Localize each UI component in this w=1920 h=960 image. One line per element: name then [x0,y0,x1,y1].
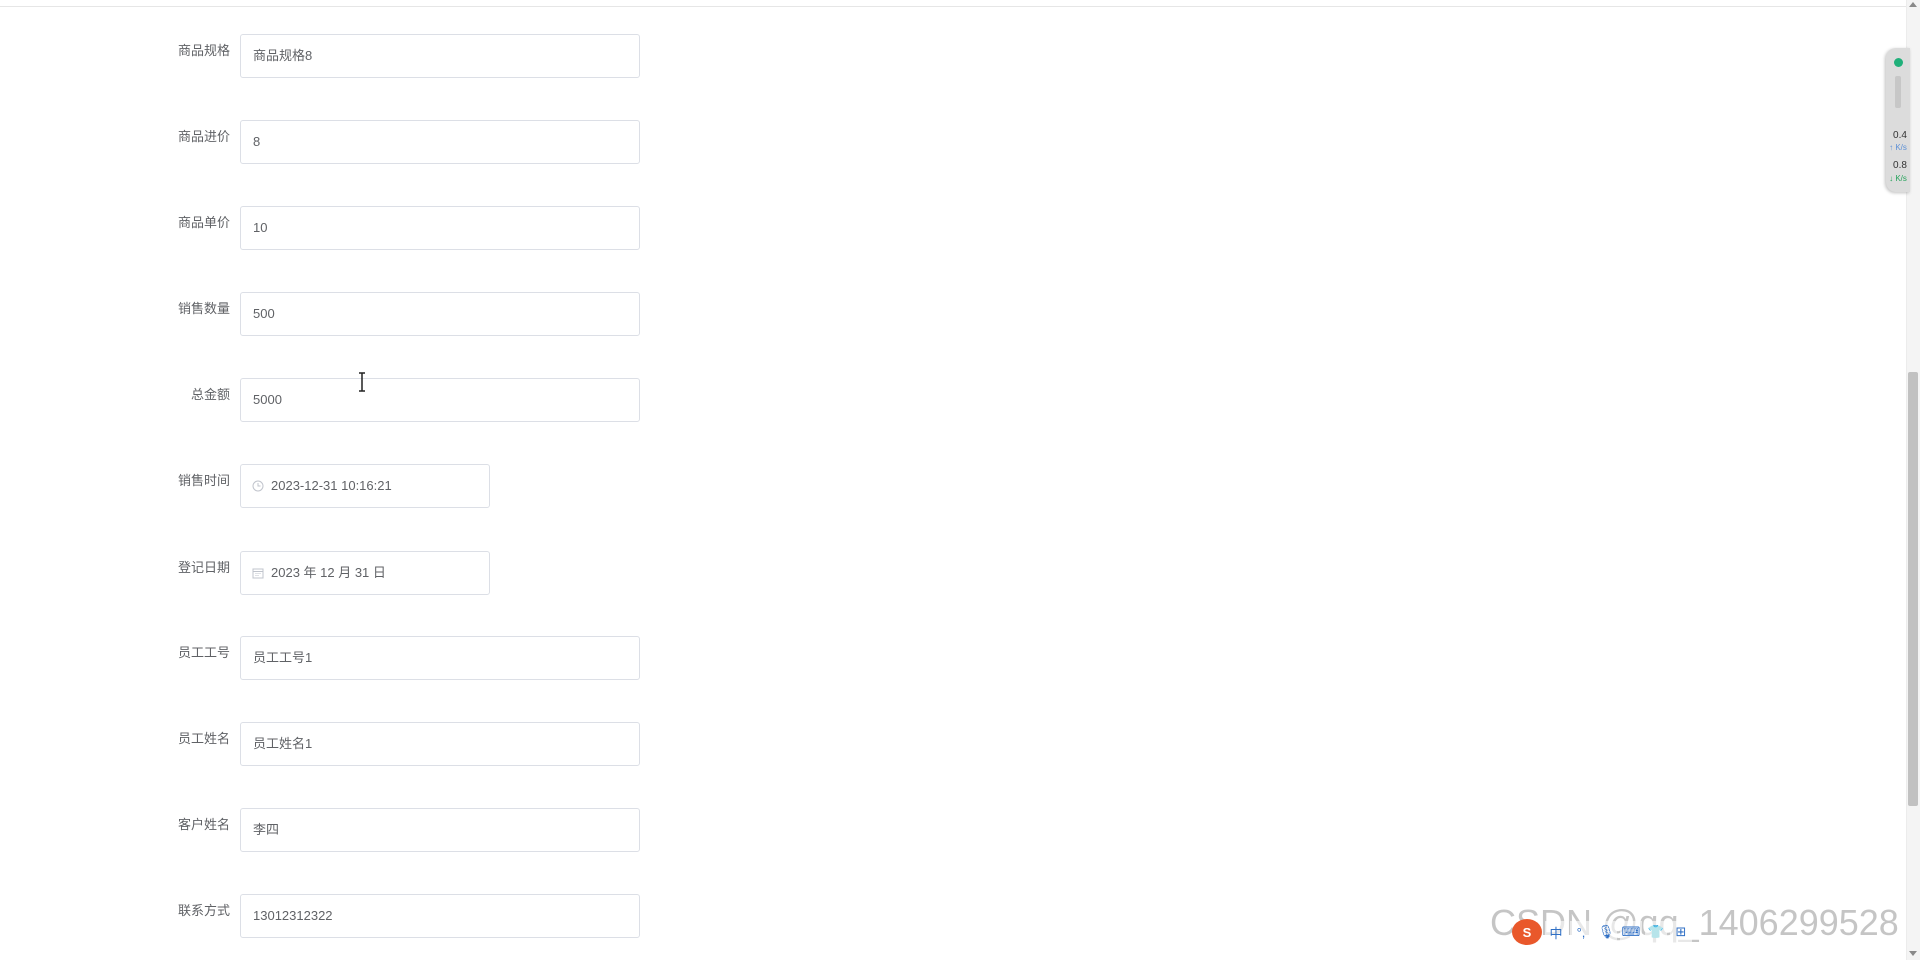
calendar-icon [252,568,264,579]
ime-toolbar: S 中 °, 🎙 ⌨ 👕 ⊞ [1512,919,1692,945]
field-label: 销售数量 [177,301,230,316]
scroll-down-icon[interactable] [1909,951,1917,956]
field-label: 销售时间 [177,473,230,488]
ime-keyboard-button[interactable]: ⌨ [1620,921,1642,943]
ime-punctuation-button[interactable]: °, [1570,921,1592,943]
download-speed: 0.8 [1893,160,1907,171]
form-row-employee-id: 员工工号 员工工号1 [0,636,700,680]
form-row-total: 总金额 5000 [0,378,700,422]
total-amount-input[interactable]: 5000 [240,378,640,422]
field-label: 商品单价 [177,215,230,230]
purchase-price-input[interactable]: 8 [240,120,640,164]
form-row-purchase-price: 商品进价 8 [0,120,700,164]
field-label: 员工姓名 [177,731,230,746]
field-label: 商品规格 [177,43,230,58]
register-date-value: 2023 年 12 月 31 日 [271,565,386,580]
text-cursor-icon [359,372,365,392]
employee-name-input[interactable]: 员工姓名1 [240,722,640,766]
ime-chinese-mode-button[interactable]: 中 [1545,921,1567,943]
status-dot-icon [1894,58,1903,67]
field-label: 员工工号 [177,645,230,660]
top-divider [0,6,1906,7]
quantity-input[interactable]: 500 [240,292,640,336]
upload-speed: 0.4 [1893,130,1907,141]
scroll-up-icon[interactable] [1909,2,1917,7]
upload-unit: ↑ K/s [1889,143,1907,152]
unit-price-input[interactable]: 10 [240,206,640,250]
form-row-spec: 商品规格 商品规格8 [0,34,700,78]
clock-icon [252,480,264,492]
speed-bar [1895,76,1901,108]
form-row-quantity: 销售数量 500 [0,292,700,336]
sale-time-value: 2023-12-31 10:16:21 [271,478,392,493]
field-label: 商品进价 [177,129,230,144]
form-row-register-date: 登记日期 2023 年 12 月 31 日 [0,551,700,595]
field-label: 总金额 [190,387,230,402]
form-row-sale-time: 销售时间 2023-12-31 10:16:21 [0,464,700,508]
form-row-unit-price: 商品单价 10 [0,206,700,250]
network-speed-widget[interactable]: 0.4 ↑ K/s 0.8 ↓ K/s [1886,48,1910,192]
contact-input[interactable]: 13012312322 [240,894,640,938]
field-label: 联系方式 [177,903,230,918]
scrollbar-thumb[interactable] [1908,372,1918,806]
employee-id-input[interactable]: 员工工号1 [240,636,640,680]
field-label: 客户姓名 [177,817,230,832]
form-row-contact: 联系方式 13012312322 [0,894,700,938]
register-date-picker[interactable]: 2023 年 12 月 31 日 [240,551,490,595]
sale-time-picker[interactable]: 2023-12-31 10:16:21 [240,464,490,508]
ime-logo-icon[interactable]: S [1512,919,1542,945]
download-unit: ↓ K/s [1889,174,1907,183]
ime-voice-button[interactable]: 🎙 [1595,921,1617,943]
ime-skin-button[interactable]: 👕 [1645,921,1667,943]
form-row-employee-name: 员工姓名 员工姓名1 [0,722,700,766]
field-label: 登记日期 [177,560,230,575]
customer-name-input[interactable]: 李四 [240,808,640,852]
spec-input[interactable]: 商品规格8 [240,34,640,78]
form-row-customer-name: 客户姓名 李四 [0,808,700,852]
ime-toolbox-button[interactable]: ⊞ [1670,921,1692,943]
